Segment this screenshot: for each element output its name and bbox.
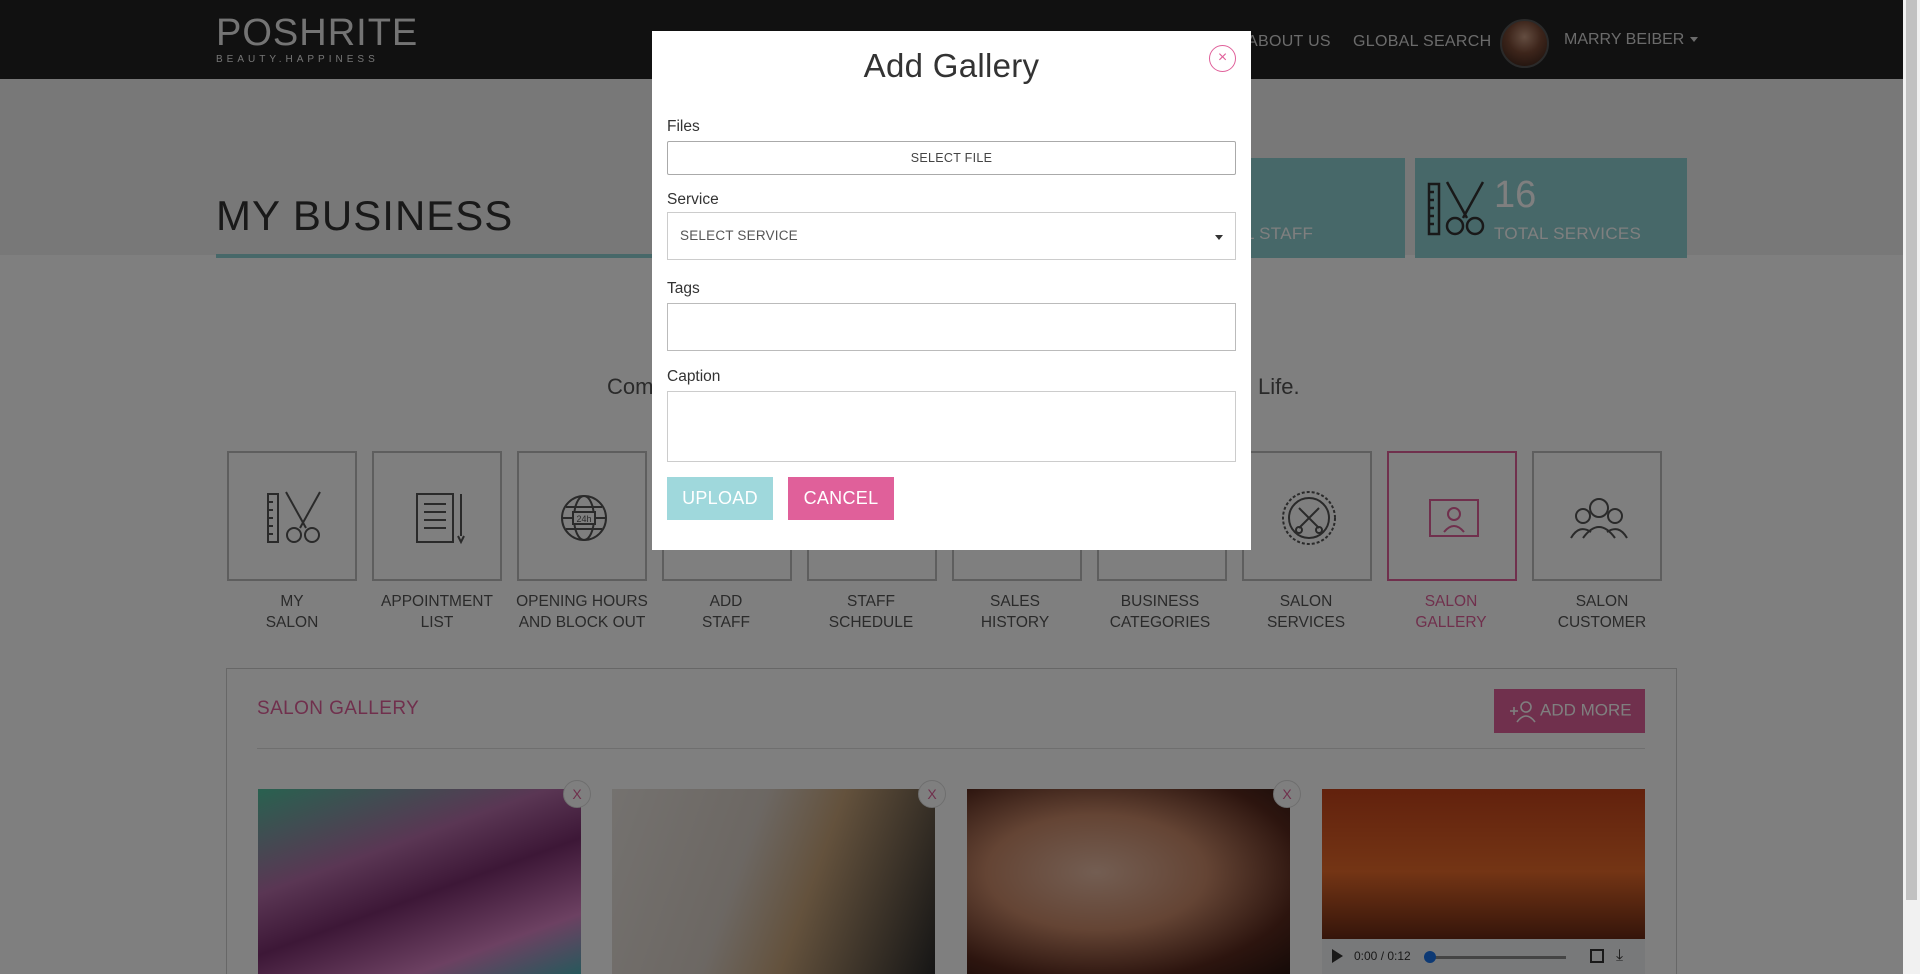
files-label: Files <box>667 118 700 135</box>
chevron-down-icon <box>1215 235 1223 240</box>
service-label: Service <box>667 191 719 208</box>
cancel-button[interactable]: CANCEL <box>788 477 894 520</box>
tags-label: Tags <box>667 280 700 297</box>
select-file-button[interactable]: SELECT FILE <box>667 141 1236 175</box>
scrollbar-thumb[interactable] <box>1906 0 1917 900</box>
caption-textarea[interactable] <box>667 391 1236 462</box>
close-icon[interactable]: × <box>1209 45 1236 72</box>
modal-title: Add Gallery <box>863 47 1040 84</box>
upload-button[interactable]: UPLOAD <box>667 477 773 520</box>
tags-input[interactable] <box>667 303 1236 351</box>
service-select-value: SELECT SERVICE <box>680 228 798 243</box>
add-gallery-modal: Add Gallery × Files SELECT FILE Service … <box>652 31 1251 550</box>
service-select[interactable]: SELECT SERVICE <box>667 212 1236 260</box>
caption-label: Caption <box>667 368 721 385</box>
